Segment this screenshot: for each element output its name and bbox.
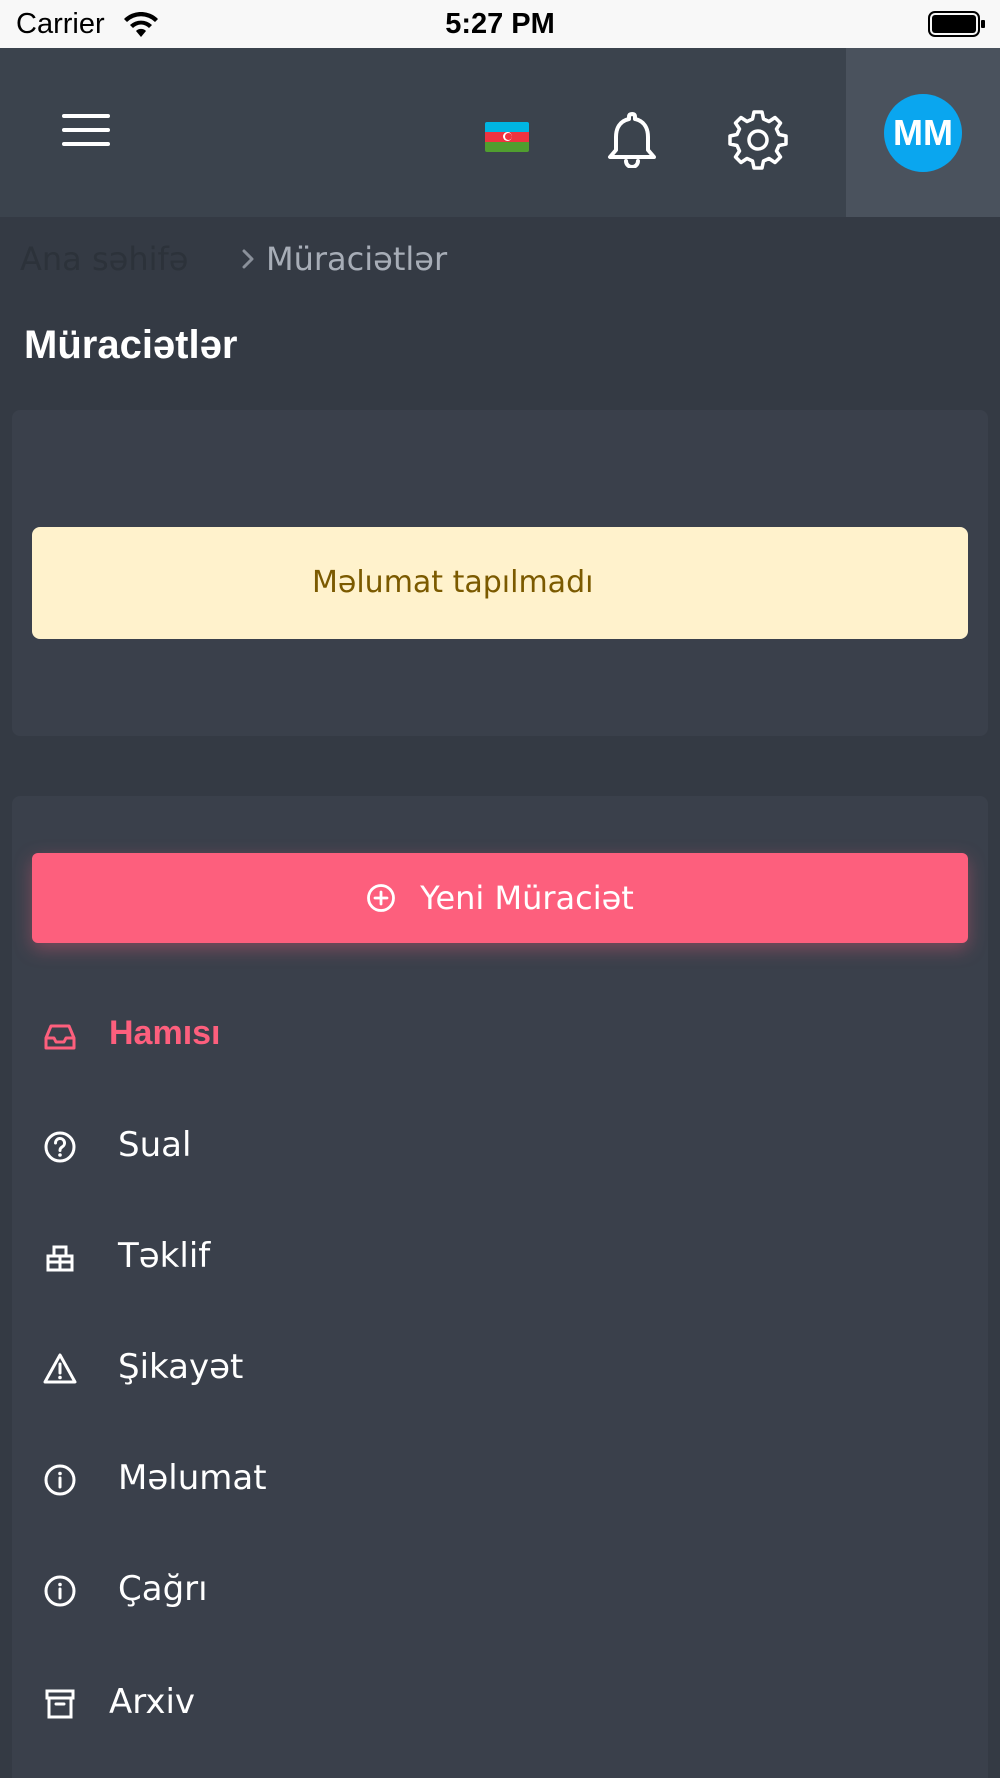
hamburger-line [62, 128, 110, 132]
warning-triangle-icon [43, 1353, 77, 1384]
menu-item-label: Məlumat [118, 1458, 267, 1498]
top-navbar: MM [0, 48, 1000, 217]
gear-icon[interactable] [728, 110, 788, 170]
avatar[interactable]: MM [884, 94, 962, 172]
new-request-label: Yeni Müraciət [420, 879, 634, 917]
results-card: Məlumat tapılmadı [12, 410, 988, 736]
empty-state-alert: Məlumat tapılmadı [32, 527, 968, 639]
breadcrumb-home-link[interactable]: Ana səhifə [20, 240, 188, 278]
filter-card: Yeni Müraciət Hamısı Sual Təklif Şikayət… [12, 796, 988, 1778]
menu-item-information[interactable]: Məlumat [12, 1440, 988, 1520]
bell-icon[interactable] [604, 110, 660, 168]
menu-item-all[interactable]: Hamısı [12, 996, 988, 1076]
inbox-icon [44, 1024, 76, 1050]
clock: 5:27 PM [445, 8, 555, 40]
battery-icon [928, 11, 985, 37]
user-menu: MM [846, 48, 1000, 217]
question-circle-icon [44, 1131, 76, 1163]
chevron-right-icon [242, 249, 254, 269]
plus-circle-icon [367, 884, 396, 912]
menu-item-call[interactable]: Çağrı [12, 1551, 988, 1631]
hamburger-line [62, 114, 110, 118]
menu-toggle-button[interactable] [62, 114, 110, 152]
hamburger-line [62, 142, 110, 146]
menu-item-label: Arxiv [109, 1682, 196, 1722]
status-bar: Carrier 5:27 PM [0, 0, 1000, 48]
menu-item-suggestion[interactable]: Təklif [12, 1218, 988, 1298]
archive-icon [45, 1689, 75, 1719]
info-circle-icon [44, 1464, 76, 1496]
menu-item-archive[interactable]: Arxiv [12, 1664, 988, 1744]
menu-item-question[interactable]: Sual [12, 1107, 988, 1187]
menu-item-label: Təklif [118, 1236, 211, 1276]
page-title: Müraciətlər [24, 323, 238, 367]
info-circle-icon [44, 1575, 76, 1607]
menu-item-label: Şikayət [118, 1347, 244, 1387]
breadcrumb-current: Müraciətlər [266, 240, 448, 278]
language-flag-icon[interactable] [485, 122, 529, 152]
menu-item-label: Sual [118, 1125, 192, 1165]
gift-box-icon [46, 1245, 74, 1272]
menu-item-label: Hamısı [109, 1014, 221, 1052]
menu-item-label: Çağrı [118, 1569, 208, 1609]
menu-item-complaint[interactable]: Şikayət [12, 1329, 988, 1409]
new-request-button[interactable]: Yeni Müraciət [32, 853, 968, 943]
